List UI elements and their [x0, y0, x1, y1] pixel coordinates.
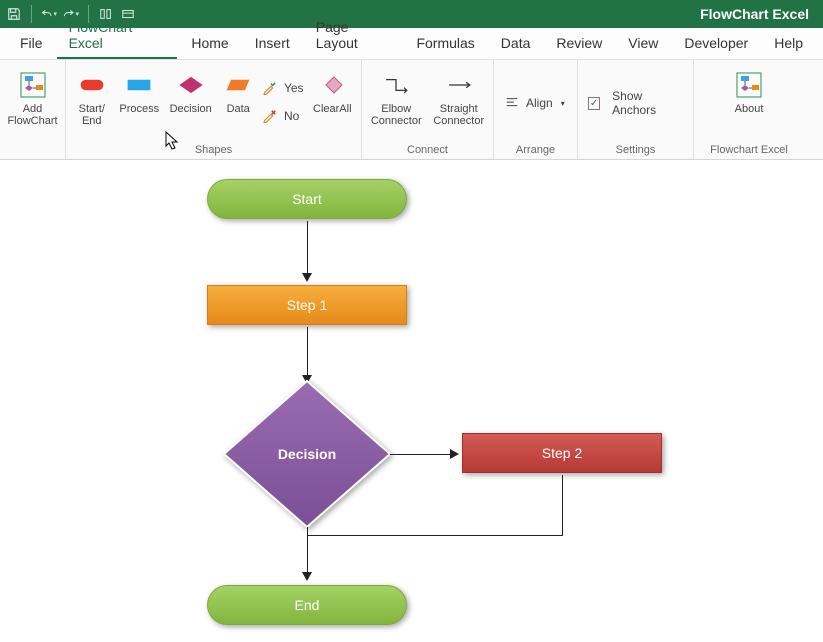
- group-add: Add FlowChart: [0, 60, 66, 159]
- add-flowchart-icon: [19, 71, 47, 99]
- tab-insert[interactable]: Insert: [243, 28, 302, 59]
- start-node[interactable]: Start: [207, 179, 407, 219]
- yes-button[interactable]: Yes: [262, 76, 304, 100]
- group-settings-label: Settings: [584, 142, 687, 159]
- tab-data[interactable]: Data: [489, 28, 543, 59]
- yes-no-stack: Yes No: [262, 65, 304, 139]
- chevron-down-icon: ▾: [561, 99, 565, 108]
- tab-developer[interactable]: Developer: [672, 28, 760, 59]
- tab-home[interactable]: Home: [179, 28, 240, 59]
- connector-decision-step2[interactable]: [390, 454, 452, 455]
- connector-start-step1[interactable]: [307, 221, 308, 275]
- app-title: FlowChart Excel: [700, 6, 809, 22]
- align-icon: [504, 95, 520, 111]
- group-shapes-label: Shapes: [72, 142, 355, 159]
- clear-all-button[interactable]: ClearAll: [310, 65, 355, 139]
- show-anchors-checkbox[interactable]: ✓ Show Anchors: [584, 91, 687, 115]
- tab-view[interactable]: View: [616, 28, 670, 59]
- elbow-connector-button[interactable]: Elbow Connector: [368, 65, 425, 139]
- undo-icon[interactable]: ▾: [41, 5, 57, 23]
- step2-node[interactable]: Step 2: [462, 433, 662, 473]
- end-node[interactable]: End: [207, 585, 407, 625]
- group-arrange: Align ▾ Arrange: [494, 60, 578, 159]
- connector-step2-down[interactable]: [562, 475, 563, 535]
- add-flowchart-label: Add FlowChart: [6, 103, 59, 127]
- pencil-x-icon: [262, 108, 278, 124]
- align-dropdown[interactable]: Align ▾: [500, 91, 569, 115]
- straight-connector-button[interactable]: Straight Connector: [431, 65, 488, 139]
- ribbon-tabs: File FlowChart Excel Home Insert Page La…: [0, 28, 823, 60]
- process-button[interactable]: Process: [118, 65, 161, 139]
- process-icon: [125, 71, 153, 99]
- decision-node[interactable]: Decision: [222, 379, 392, 529]
- straight-connector-icon: [445, 71, 473, 99]
- data-icon: [224, 71, 252, 99]
- flowchart-canvas[interactable]: Start Step 1 Decision Step 2 End: [0, 160, 823, 642]
- tab-file[interactable]: File: [8, 28, 55, 59]
- data-button[interactable]: Data: [220, 65, 256, 139]
- group-about-label: Flowchart Excel: [700, 142, 798, 159]
- connector-step2-left[interactable]: [307, 535, 563, 536]
- save-icon[interactable]: [6, 5, 22, 23]
- group-about: About Flowchart Excel: [694, 60, 804, 159]
- arrowhead-icon: [302, 273, 312, 282]
- group-arrange-label: Arrange: [500, 142, 571, 159]
- group-shapes: Start/ End Process Decision Data Yes: [66, 60, 362, 159]
- pencil-check-icon: [262, 80, 278, 96]
- terminator-icon: [78, 71, 106, 99]
- group-connect-label: Connect: [368, 142, 487, 159]
- no-button[interactable]: No: [262, 104, 304, 128]
- tab-formulas[interactable]: Formulas: [404, 28, 486, 59]
- tab-help[interactable]: Help: [762, 28, 815, 59]
- decision-icon: [177, 71, 205, 99]
- group-connect: Elbow Connector Straight Connector Conne…: [362, 60, 494, 159]
- decision-button[interactable]: Decision: [167, 65, 214, 139]
- tab-flowchart-excel[interactable]: FlowChart Excel: [57, 12, 178, 59]
- eraser-icon: [318, 71, 346, 99]
- about-button[interactable]: About: [722, 65, 776, 139]
- start-end-button[interactable]: Start/ End: [72, 65, 112, 139]
- add-flowchart-button[interactable]: Add FlowChart: [6, 65, 59, 139]
- group-settings: ✓ Show Anchors Settings: [578, 60, 694, 159]
- checkbox-checked-icon: ✓: [588, 97, 600, 110]
- step1-node[interactable]: Step 1: [207, 285, 407, 325]
- tab-page-layout[interactable]: Page Layout: [304, 12, 403, 59]
- about-icon: [735, 71, 763, 99]
- ribbon: Add FlowChart Start/ End Process Decisio…: [0, 60, 823, 160]
- connector-step1-decision[interactable]: [307, 327, 308, 377]
- elbow-connector-icon: [382, 71, 410, 99]
- arrowhead-icon: [302, 572, 312, 581]
- arrowhead-icon: [450, 449, 459, 459]
- tab-review[interactable]: Review: [544, 28, 614, 59]
